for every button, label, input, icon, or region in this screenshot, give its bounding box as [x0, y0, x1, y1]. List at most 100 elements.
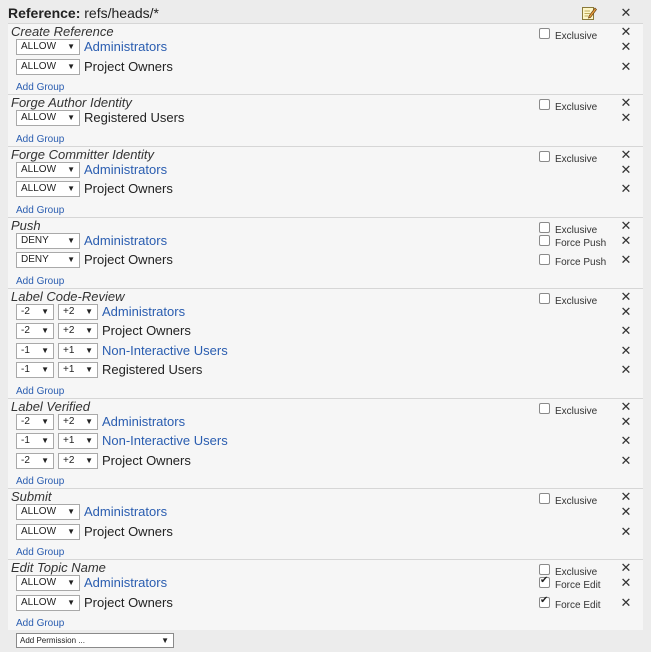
max-value-select[interactable]: +2 ▼: [58, 323, 98, 339]
max-value-select[interactable]: +1 ▼: [58, 362, 98, 378]
force-option-checkbox[interactable]: [539, 595, 550, 608]
edit-pencil-icon[interactable]: [581, 5, 597, 21]
max-value-select[interactable]: +1 ▼: [58, 433, 98, 449]
remove-rule-icon[interactable]: ✕: [619, 112, 633, 126]
remove-rule-icon[interactable]: ✕: [619, 506, 633, 520]
action-select[interactable]: ALLOW ▼: [16, 39, 80, 55]
rule-row: -2 ▼ +2 ▼ Project Owners ✕: [8, 321, 643, 341]
group-link[interactable]: Administrators: [84, 161, 167, 178]
group-link[interactable]: Non-Interactive Users: [102, 432, 228, 449]
action-select[interactable]: ALLOW ▼: [16, 504, 80, 520]
max-value: +2: [63, 325, 75, 336]
min-value: -2: [21, 455, 30, 466]
remove-rule-icon[interactable]: ✕: [619, 41, 633, 55]
remove-rule-icon[interactable]: ✕: [619, 183, 633, 197]
remove-rule-icon[interactable]: ✕: [619, 345, 633, 359]
group-name: Project Owners: [84, 181, 173, 196]
remove-rule-icon[interactable]: ✕: [619, 364, 633, 378]
force-option-checkbox[interactable]: [539, 575, 550, 588]
add-group-link[interactable]: Add Group: [16, 82, 64, 94]
group-link[interactable]: Administrators: [84, 232, 167, 249]
remove-rule-icon[interactable]: ✕: [619, 577, 633, 591]
max-value: +1: [63, 364, 75, 375]
group-link[interactable]: Non-Interactive Users: [102, 342, 228, 359]
min-value-select[interactable]: -2 ▼: [16, 414, 54, 430]
group-link[interactable]: Administrators: [84, 38, 167, 55]
remove-rule-icon[interactable]: ✕: [619, 526, 633, 540]
max-value: +1: [63, 345, 75, 356]
group-link[interactable]: Administrators: [84, 574, 167, 591]
chevron-down-icon: ▼: [41, 307, 49, 316]
add-group-link[interactable]: Add Group: [16, 547, 64, 559]
reference-section: Reference: refs/heads/* ✕ Create Referen…: [0, 0, 651, 652]
action-select[interactable]: ALLOW ▼: [16, 575, 80, 591]
group-name: Project Owners: [84, 524, 173, 539]
remove-rule-icon[interactable]: ✕: [619, 435, 633, 449]
max-value-select[interactable]: +2 ▼: [58, 414, 98, 430]
rule-row: -1 ▼ +1 ▼ Registered Users ✕: [8, 360, 643, 380]
chevron-down-icon: ▼: [85, 326, 93, 335]
force-option-label: Force Push: [555, 238, 607, 249]
remove-rule-icon[interactable]: ✕: [619, 597, 633, 611]
min-value-select[interactable]: -1 ▼: [16, 362, 54, 378]
group-link[interactable]: Administrators: [102, 303, 185, 320]
chevron-down-icon: ▼: [67, 507, 75, 516]
remove-rule-icon[interactable]: ✕: [619, 61, 633, 75]
action-select[interactable]: DENY ▼: [16, 233, 80, 249]
action-select[interactable]: ALLOW ▼: [16, 595, 80, 611]
max-value: +2: [63, 306, 75, 317]
add-permission-select[interactable]: Add Permission ... ▼: [16, 633, 174, 648]
action-select[interactable]: ALLOW ▼: [16, 181, 80, 197]
action-select[interactable]: ALLOW ▼: [16, 59, 80, 75]
rule-row: ALLOW ▼ Project Owners ✕: [8, 179, 643, 199]
remove-reference-icon[interactable]: ✕: [619, 7, 633, 21]
add-group-link[interactable]: Add Group: [16, 386, 64, 398]
add-group-link[interactable]: Add Group: [16, 618, 64, 630]
action-select[interactable]: ALLOW ▼: [16, 110, 80, 126]
reference-header: Reference: refs/heads/*: [8, 4, 159, 22]
add-group-link[interactable]: Add Group: [16, 205, 64, 217]
rule-row: -2 ▼ +2 ▼ Project Owners ✕: [8, 451, 643, 471]
group-name: Project Owners: [84, 59, 173, 74]
min-value-select[interactable]: -2 ▼: [16, 323, 54, 339]
min-value-select[interactable]: -2 ▼: [16, 453, 54, 469]
min-value: -2: [21, 416, 30, 427]
min-value: -1: [21, 345, 30, 356]
action-select[interactable]: ALLOW ▼: [16, 162, 80, 178]
force-option-checkbox[interactable]: [539, 254, 550, 265]
min-value: -1: [21, 435, 30, 446]
group-link[interactable]: Administrators: [102, 413, 185, 430]
chevron-down-icon: ▼: [67, 598, 75, 607]
chevron-down-icon: ▼: [85, 307, 93, 316]
min-value-select[interactable]: -2 ▼: [16, 304, 54, 320]
chevron-down-icon: ▼: [41, 346, 49, 355]
action-value: ALLOW: [21, 112, 57, 123]
remove-rule-icon[interactable]: ✕: [619, 254, 633, 268]
chevron-down-icon: ▼: [41, 456, 49, 465]
remove-rule-icon[interactable]: ✕: [619, 455, 633, 469]
chevron-down-icon: ▼: [67, 113, 75, 122]
remove-rule-icon[interactable]: ✕: [619, 164, 633, 178]
remove-rule-icon[interactable]: ✕: [619, 306, 633, 320]
remove-rule-icon[interactable]: ✕: [619, 416, 633, 430]
add-group-link[interactable]: Add Group: [16, 476, 64, 488]
rule-row: -1 ▼ +1 ▼ Non-Interactive Users ✕: [8, 431, 643, 451]
min-value: -2: [21, 325, 30, 336]
min-value-select[interactable]: -1 ▼: [16, 433, 54, 449]
chevron-down-icon: ▼: [41, 417, 49, 426]
max-value-select[interactable]: +2 ▼: [58, 453, 98, 469]
action-select[interactable]: DENY ▼: [16, 252, 80, 268]
max-value-select[interactable]: +2 ▼: [58, 304, 98, 320]
force-option-checkbox[interactable]: [539, 235, 550, 246]
add-group-link[interactable]: Add Group: [16, 134, 64, 146]
min-value-select[interactable]: -1 ▼: [16, 343, 54, 359]
add-group-link[interactable]: Add Group: [16, 276, 64, 288]
chevron-down-icon: ▼: [85, 436, 93, 445]
rule-row: ALLOW ▼ Administrators ✕: [8, 160, 643, 180]
permission-block: Forge Committer Identity Exclusive ✕ ALLOW ▼…: [8, 146, 643, 217]
action-select[interactable]: ALLOW ▼: [16, 524, 80, 540]
remove-rule-icon[interactable]: ✕: [619, 325, 633, 339]
max-value-select[interactable]: +1 ▼: [58, 343, 98, 359]
remove-rule-icon[interactable]: ✕: [619, 235, 633, 249]
group-link[interactable]: Administrators: [84, 503, 167, 520]
